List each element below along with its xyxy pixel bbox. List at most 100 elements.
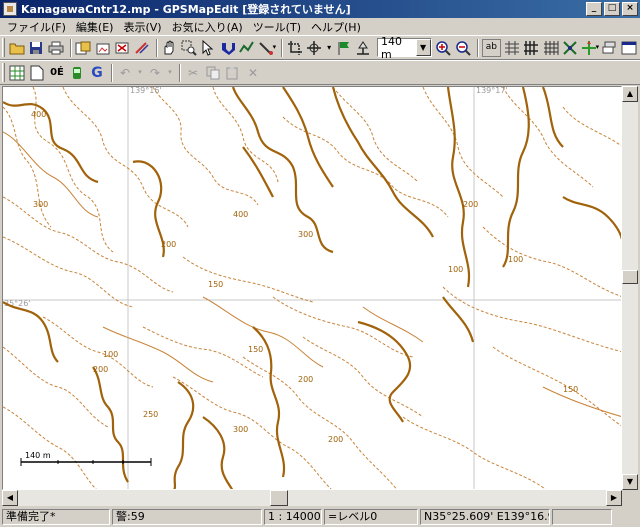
- grid-label-lon-left: 139°16': [130, 87, 162, 95]
- contour-lines-intermediate: [3, 87, 621, 489]
- redo-dropdown-icon[interactable]: ▾: [166, 64, 174, 82]
- open-folder-icon[interactable]: [8, 39, 26, 57]
- menu-file[interactable]: ファイル(F): [2, 19, 71, 35]
- menu-bar: ファイル(F) 編集(E) 表示(V) お気に入り(A) ツール(T) ヘルプ(…: [0, 18, 640, 35]
- map-svg[interactable]: 139°16' 139°17' 35°26' 400 400 300 200 1…: [3, 87, 622, 490]
- text-search-icon[interactable]: 0É: [48, 64, 66, 82]
- app-icon[interactable]: [3, 2, 17, 16]
- label-text-icon[interactable]: ab: [481, 38, 502, 57]
- map-canvas[interactable]: 139°16' 139°17' 35°26' 400 400 300 200 1…: [2, 86, 622, 490]
- scroll-down-button[interactable]: ▼: [622, 474, 638, 490]
- zoom-scale-select[interactable]: 140 m ▼: [377, 35, 432, 61]
- coordinate-tool-icon[interactable]: ▾: [581, 39, 599, 57]
- contour-label: 150: [248, 345, 263, 354]
- horizontal-scrollbar[interactable]: ◀ ▶: [2, 490, 622, 506]
- measure-tool-icon[interactable]: [354, 39, 372, 57]
- main-toolbar: ▾ ▾ 140 m ▼ ab ▾: [0, 35, 640, 61]
- window-title: KanagawaCntr12.mp - GPSMapEdit [登録されていませ…: [21, 3, 351, 16]
- status-warnings[interactable]: 警:59: [112, 509, 262, 525]
- close-button[interactable]: ×: [622, 2, 638, 16]
- undo-dropdown-icon[interactable]: ▾: [136, 64, 144, 82]
- panels-icon[interactable]: [621, 39, 639, 57]
- scroll-left-button[interactable]: ◀: [2, 490, 18, 506]
- contour-label: 300: [233, 425, 248, 434]
- save-icon[interactable]: [27, 39, 45, 57]
- minimize-button[interactable]: _: [586, 2, 602, 16]
- contour-label: 200: [161, 240, 176, 249]
- new-page-icon[interactable]: [28, 64, 46, 82]
- zoom-in-icon[interactable]: [435, 39, 453, 57]
- toolbar-grip[interactable]: [2, 63, 5, 82]
- undo-icon[interactable]: ↶: [116, 64, 134, 82]
- chevron-down-icon[interactable]: ▼: [415, 39, 431, 56]
- horizontal-scroll-thumb[interactable]: [270, 490, 288, 506]
- toolbar-separator: [111, 63, 113, 82]
- contour-label: 400: [233, 210, 248, 219]
- hatch-grid-icon[interactable]: [523, 39, 541, 57]
- copy-icon[interactable]: [204, 64, 222, 82]
- status-level: =レベル0: [324, 509, 418, 525]
- snap-tool-icon[interactable]: [562, 39, 580, 57]
- zoom-scale-value: 140 m: [381, 34, 402, 61]
- status-coordinates: N35°25.609' E139°16.917': [420, 509, 550, 525]
- cut-icon[interactable]: ✂: [184, 64, 202, 82]
- toolbar-separator: [69, 38, 72, 57]
- menu-view[interactable]: 表示(V): [118, 19, 166, 35]
- toolbar-separator: [476, 38, 479, 57]
- toolbar-separator: [281, 38, 284, 57]
- window-controls: _ □ ×: [584, 2, 638, 16]
- redo-icon[interactable]: ↷: [146, 64, 164, 82]
- scale-bar-label: 140 m: [25, 451, 51, 460]
- grid-lines-icon[interactable]: [503, 39, 521, 57]
- contour-label: 400: [31, 110, 46, 119]
- properties-icon[interactable]: [75, 39, 93, 57]
- zoom-rect-icon[interactable]: [180, 39, 198, 57]
- contour-label: 100: [103, 350, 118, 359]
- select-arrow-icon[interactable]: [200, 39, 218, 57]
- move-tool-icon[interactable]: [306, 39, 324, 57]
- gps-device-icon[interactable]: [68, 64, 86, 82]
- dropdown-arrow-icon[interactable]: ▾: [325, 39, 333, 57]
- menu-tools[interactable]: ツール(T): [248, 19, 306, 35]
- contour-label: 300: [33, 200, 48, 209]
- contour-label: 200: [93, 365, 108, 374]
- print-icon[interactable]: [47, 39, 65, 57]
- contour-label: 200: [463, 200, 478, 209]
- zoom-out-icon[interactable]: [454, 39, 472, 57]
- map-settings-icon[interactable]: [94, 39, 112, 57]
- paste-icon[interactable]: [224, 64, 242, 82]
- vertical-scrollbar[interactable]: ▲ ▼: [622, 86, 638, 490]
- delete-object-icon[interactable]: [114, 39, 132, 57]
- layers-icon[interactable]: [601, 39, 619, 57]
- create-polyline-icon[interactable]: [239, 39, 257, 57]
- edit-node-icon[interactable]: [219, 39, 237, 57]
- vertical-scroll-thumb[interactable]: [622, 270, 638, 284]
- menu-help[interactable]: ヘルプ(H): [306, 19, 366, 35]
- contour-lines-index: [3, 87, 621, 489]
- flag-waypoint-icon[interactable]: [335, 39, 353, 57]
- scale-bar: 140 m: [20, 451, 152, 466]
- grid-map-icon[interactable]: [8, 64, 26, 82]
- delete-icon[interactable]: ✕: [244, 64, 262, 82]
- grid-label-lat: 35°26': [4, 299, 31, 308]
- hatch-cross-icon[interactable]: [542, 39, 560, 57]
- status-extra: [552, 509, 612, 525]
- menu-favorites[interactable]: お気に入り(A): [167, 19, 248, 35]
- contour-label: 100: [508, 255, 523, 264]
- transform-icon[interactable]: [133, 39, 151, 57]
- maximize-button[interactable]: □: [604, 2, 620, 16]
- scroll-right-button[interactable]: ▶: [606, 490, 622, 506]
- contour-label: 300: [298, 230, 313, 239]
- toolbar-separator: [179, 63, 181, 82]
- create-point-icon[interactable]: ▾: [258, 39, 276, 57]
- status-ready: 準備完了*: [2, 509, 110, 525]
- title-bar: KanagawaCntr12.mp - GPSMapEdit [登録されていませ…: [0, 0, 640, 18]
- contour-label: 150: [208, 280, 223, 289]
- menu-edit[interactable]: 編集(E): [71, 19, 119, 35]
- toolbar-grip[interactable]: [2, 38, 5, 57]
- hand-tool-icon[interactable]: [161, 39, 179, 57]
- grid-label-lon-right: 139°17': [476, 87, 508, 95]
- crop-tool-icon[interactable]: [286, 39, 304, 57]
- scroll-up-button[interactable]: ▲: [622, 86, 638, 102]
- google-icon[interactable]: G: [88, 64, 106, 82]
